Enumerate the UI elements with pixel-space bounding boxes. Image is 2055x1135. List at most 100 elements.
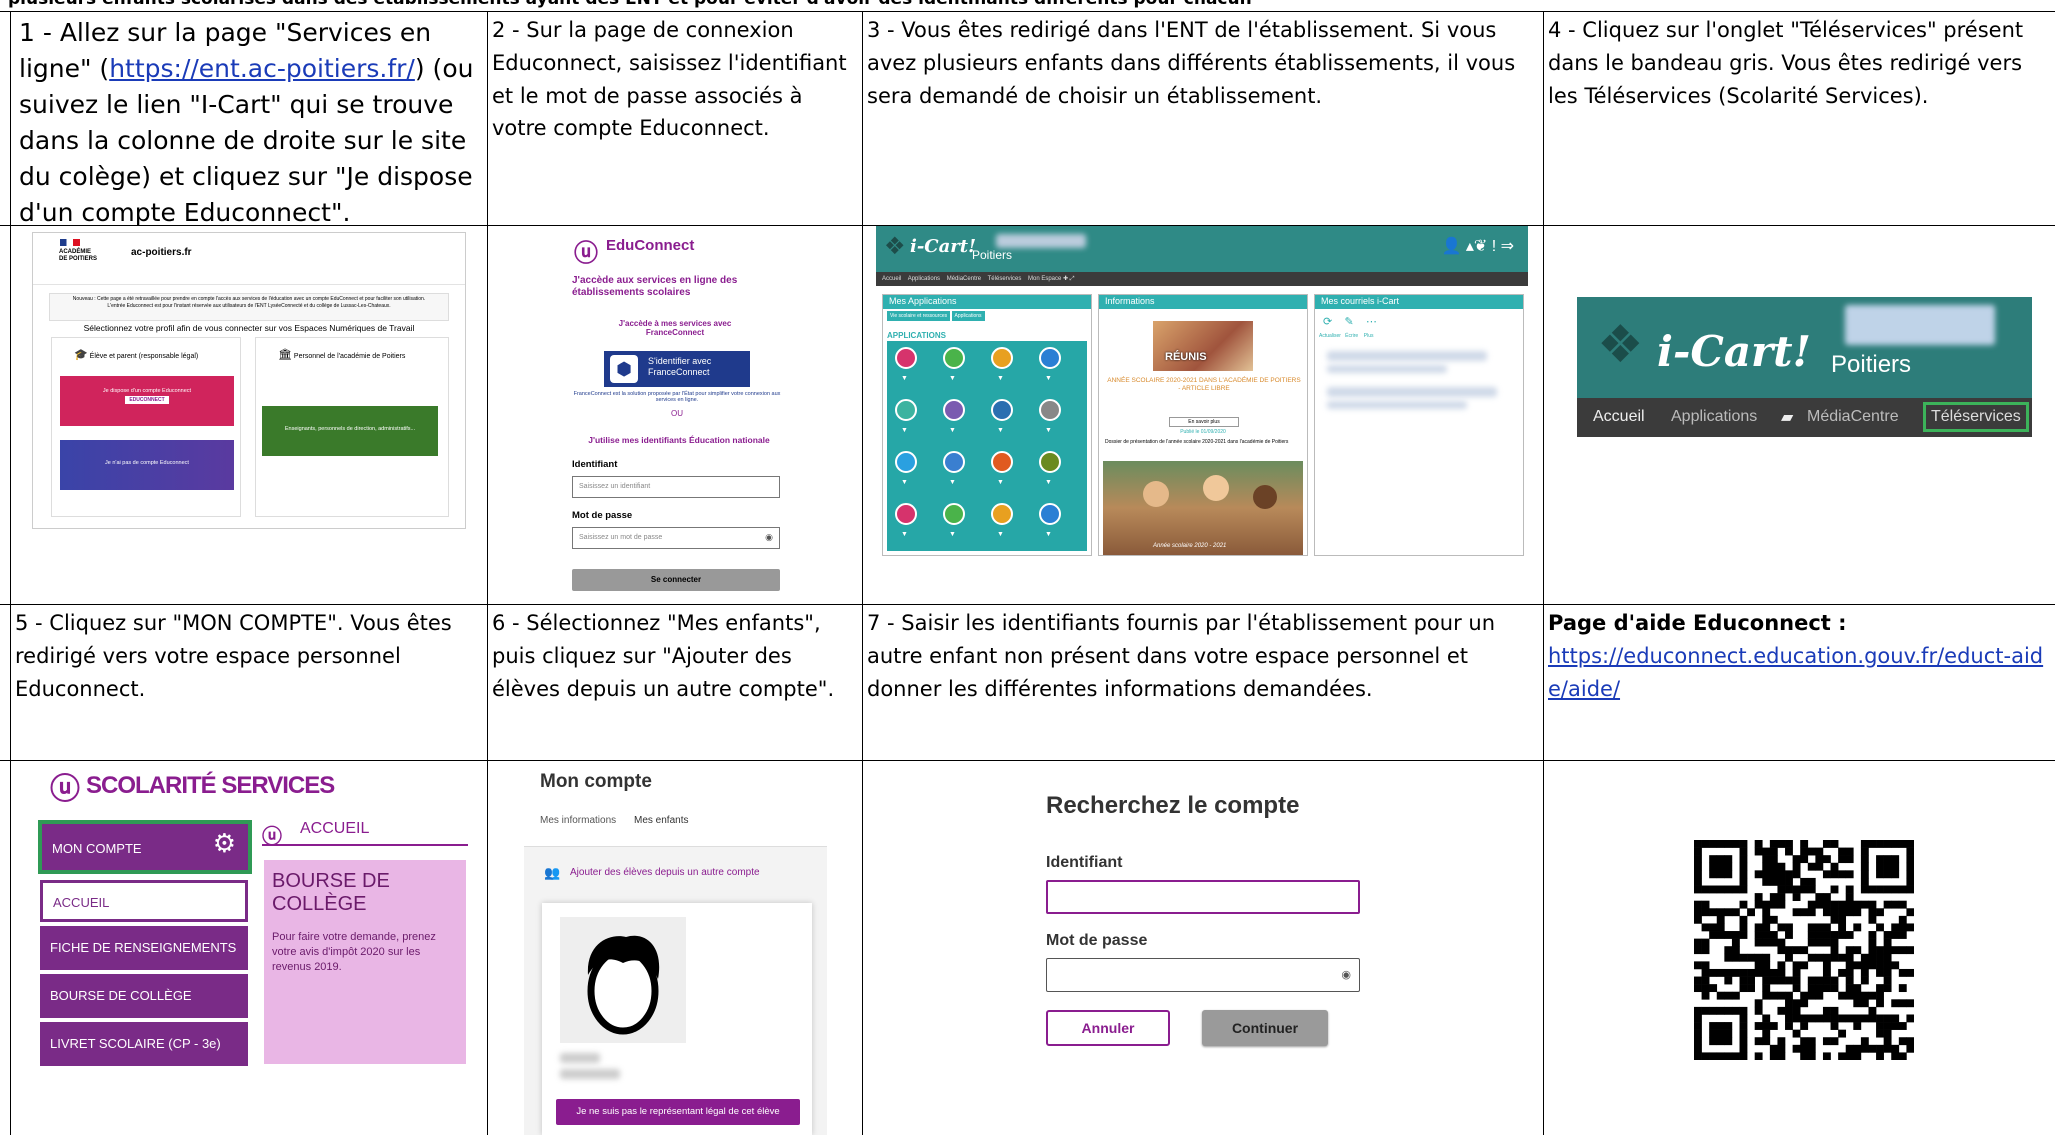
have-educonnect-button[interactable]: Je dispose d'un compte Educonnect EDUCON… [60,376,234,426]
mail-refresh[interactable]: Actualiser [1319,333,1341,339]
qr-module [1800,1052,1809,1060]
qr-module [1785,999,1793,1008]
identifier-input[interactable]: Saisissez un identifiant [572,476,780,498]
app-tile[interactable] [895,347,917,369]
read-more-button[interactable]: En savoir plus [1169,417,1239,427]
app-tile[interactable] [1039,347,1061,369]
nav-mon-espace[interactable]: Mon Espace [1028,276,1061,282]
qr-module [1754,1037,1763,1046]
eye-icon[interactable]: ◉ [765,532,773,543]
blurred-mail [1327,365,1447,373]
search-identifier-input[interactable] [1046,880,1360,914]
not-legal-rep-button[interactable]: Je ne suis pas le représentant légal de … [556,1099,800,1125]
app-tile[interactable] [991,347,1013,369]
continue-button[interactable]: Continuer [1202,1010,1328,1046]
qr-module [1731,938,1740,947]
nav-mediacentre[interactable]: MédiaCentre [947,276,981,282]
app-tile[interactable] [895,399,917,421]
qr-module [1822,893,1831,901]
password-input[interactable]: Saisissez un mot de passe ◉ [572,527,780,549]
no-educonnect-button[interactable]: Je n'ai pas de compte Educonnect [60,440,234,490]
qr-module [1792,893,1801,901]
qr-module [1860,961,1869,970]
login-submit-button[interactable]: Se connecter [572,569,780,591]
nav-applications[interactable]: Applications [1671,408,1757,426]
app-tile[interactable] [991,451,1013,473]
qr-module [1792,1029,1801,1038]
qr-module [1694,961,1702,970]
app-tile[interactable] [991,503,1013,525]
qr-module [1807,862,1816,871]
tab-vie-scolaire[interactable]: Vie scolaire et ressources [887,311,951,321]
grid-line [0,760,2055,761]
app-tile[interactable] [943,399,965,421]
app-tile[interactable] [943,347,965,369]
qr-module [1830,953,1839,962]
qr-module [1876,1029,1884,1038]
qr-module [1868,915,1877,924]
qr-module [1906,862,1914,871]
cancel-button[interactable]: Annuler [1046,1010,1170,1046]
chevron-down-icon: ▼ [901,427,908,434]
qr-module [1891,870,1900,879]
eye-icon[interactable]: ◉ [1341,968,1351,981]
nav-mediacentre[interactable]: MédiaCentre [1807,408,1899,426]
services-link[interactable]: https://ent.ac-poitiers.fr/ [109,54,415,83]
staff-button[interactable]: Enseignants, personnels de direction, ad… [262,406,438,456]
qr-module [1822,908,1831,917]
nav-applications[interactable]: Applications [908,276,940,282]
qr-module [1701,908,1710,917]
mail-write[interactable]: Écrire [1345,333,1358,339]
qr-module [1868,938,1877,947]
menu-livret-scolaire[interactable]: LIVRET SCOLAIRE (CP - 3e) [40,1022,248,1066]
student-parent-panel: 🎓 Élève et parent (responsable légal) Je… [51,337,241,517]
icart-nav: Accueil Applications ▰ MédiaCentre Télés… [1577,398,2032,437]
tab-applications[interactable]: Applications [951,311,985,321]
nav-accueil[interactable]: Accueil [882,276,901,282]
app-tile[interactable] [895,451,917,473]
qr-module [1845,893,1854,901]
menu-accueil[interactable]: ACCUEIL [40,880,248,922]
educonnect-logo-icon: ⓤ [574,240,598,267]
qr-module [1876,862,1884,871]
menu-mon-compte[interactable]: MON COMPTE ⚙ [38,820,252,874]
app-tile[interactable] [895,503,917,525]
qr-module [1769,1022,1778,1030]
add-students-link[interactable]: Ajouter des élèves depuis un autre compt… [570,867,760,878]
nav-teleservices-highlighted[interactable]: Téléservices [1923,402,2029,432]
qr-module [1701,968,1710,977]
qr-module [1845,870,1854,879]
app-tile[interactable] [1039,503,1061,525]
menu-bourse-college[interactable]: BOURSE DE COLLÈGE [40,974,248,1018]
app-tile[interactable] [943,503,965,525]
menu-fiche-renseignements[interactable]: FICHE DE RENSEIGNEMENTS [40,926,248,970]
qr-module [1883,900,1892,909]
app-tile[interactable] [1039,399,1061,421]
app-tile[interactable] [991,399,1013,421]
mail-more[interactable]: Plus [1364,333,1374,339]
qr-module [1860,991,1869,1000]
qr-module [1883,885,1892,894]
chevron-down-icon: ▼ [1045,479,1052,486]
qr-module [1860,870,1869,879]
franceconnect-button[interactable]: ⬢ S'identifier avec FranceConnect [604,351,750,387]
tab-mes-informations[interactable]: Mes informations [540,815,616,826]
app-tile[interactable] [943,451,965,473]
nav-teleservices[interactable]: Téléservices [988,276,1022,282]
search-password-input[interactable]: ◉ [1046,958,1360,992]
qr-module [1777,840,1786,848]
qr-module [1754,840,1763,848]
app-tile[interactable] [1039,451,1061,473]
apps-grid: ▼ ▼ ▼ ▼ ▼ ▼ ▼ ▼ ▼ ▼ ▼ ▼ ▼ ▼ ▼ ▼ [887,341,1087,551]
qr-code-icon[interactable] [1694,840,1914,1060]
qr-module [1898,999,1907,1008]
nav-accueil[interactable]: Accueil [1593,408,1645,426]
chevron-down-icon: ▼ [901,531,908,538]
help-link[interactable]: https://educonnect.education.gouv.fr/edu… [1548,644,2043,701]
qr-module [1906,946,1914,955]
user-avatar-icon[interactable]: 👤 ▴❦ ! ⇒ [1441,236,1514,256]
tab-mes-enfants[interactable]: Mes enfants [634,815,688,826]
mail-action-icons[interactable]: ⟳ ✎ ⋯ [1323,315,1377,328]
children-photo: Année scolaire 2020 - 2021 [1103,461,1303,555]
qr-module [1785,870,1793,879]
